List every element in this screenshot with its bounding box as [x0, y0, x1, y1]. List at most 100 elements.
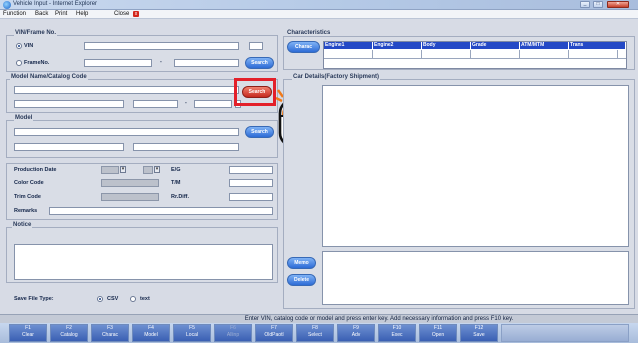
frame-label: FrameNo. — [24, 60, 50, 66]
color-code-label: Color Code — [14, 180, 44, 186]
memo-button[interactable]: Memo — [287, 257, 316, 269]
fkey-f6-label: Allinp — [226, 332, 240, 338]
fkey-f4-model[interactable]: F4 Model — [132, 324, 170, 342]
char-header-trans: Trans — [569, 42, 626, 49]
color-code-input[interactable] — [101, 179, 159, 187]
remarks-label: Remarks — [14, 208, 38, 214]
fkey-f11-open[interactable]: F11 Open — [419, 324, 457, 342]
char-header-engine1: Engine1 — [324, 42, 373, 49]
notice-textarea[interactable] — [14, 244, 273, 280]
production-year-select[interactable] — [101, 166, 119, 174]
fkey-f1-label: Clear — [22, 332, 34, 338]
menu-bar: Function Back Print Help Close x — [0, 10, 638, 19]
eg-input[interactable] — [229, 166, 273, 174]
characteristics-row[interactable] — [324, 50, 626, 59]
status-message: Enter VIN, catalog code or model and pre… — [0, 314, 638, 323]
fkey-f10-label: Exec — [391, 332, 403, 338]
model-name-input[interactable] — [14, 86, 239, 94]
char-header-atm-mtm: ATM/MTM — [520, 42, 569, 49]
model-search-button[interactable]: Search — [245, 126, 274, 138]
frame-number-input[interactable] — [174, 59, 239, 67]
fkey-f6-allinp: F6 Allinp — [214, 324, 252, 342]
characteristics-legend: Characteristics — [286, 30, 332, 36]
fkey-f5-label: Local — [186, 332, 198, 338]
remarks-input[interactable] — [49, 207, 273, 215]
save-file-type-label: Save File Type: — [14, 296, 54, 302]
fkey-f11-label: Open — [431, 332, 445, 338]
month-dropdown-icon[interactable]: ▾ — [154, 166, 160, 173]
memo-area[interactable] — [322, 251, 629, 305]
fkey-f10-exec[interactable]: F10 Exec — [378, 324, 416, 342]
fkey-f3-key: F3 — [107, 325, 113, 331]
vin-frame-legend: VIN/Frame No. — [14, 30, 58, 36]
internet-explorer-icon — [3, 1, 11, 9]
model-sub-input-1[interactable] — [14, 143, 124, 151]
save-text-label: text — [140, 296, 150, 302]
save-csv-label: CSV — [107, 296, 119, 302]
model-sub-input-2[interactable] — [133, 143, 239, 151]
fkey-f9-key: F9 — [353, 325, 359, 331]
fkey-f2-catalog[interactable]: F2 Catalog — [50, 324, 88, 342]
menu-close[interactable]: Close — [114, 11, 129, 17]
search-highlight-box — [234, 78, 276, 106]
frame-prefix-input[interactable] — [84, 59, 152, 67]
fkey-f5-local[interactable]: F5 Local — [173, 324, 211, 342]
frame-radio[interactable] — [16, 60, 22, 66]
catalog-code-input-3[interactable] — [194, 100, 232, 108]
save-text-radio[interactable] — [130, 296, 136, 302]
fkey-f10-key: F10 — [392, 325, 402, 331]
vin-search-button[interactable]: Search — [245, 57, 274, 69]
catalog-code-input-2[interactable] — [133, 100, 178, 108]
fkey-f3-charac[interactable]: F3 Charac — [91, 324, 129, 342]
menu-function[interactable]: Function — [3, 11, 26, 17]
trim-code-label: Trim Code — [14, 194, 41, 200]
trim-code-input[interactable] — [101, 193, 159, 201]
fkey-f2-key: F2 — [66, 325, 72, 331]
model-name-legend: Model Name/Catalog Code — [10, 74, 88, 80]
vin-radio[interactable] — [16, 43, 22, 49]
window-close-button[interactable]: ✕ — [607, 1, 629, 8]
save-csv-radio[interactable] — [97, 296, 103, 302]
fkey-f2-label: Catalog — [60, 332, 78, 338]
fkey-f11-key: F11 — [433, 325, 443, 331]
catalog-code-input-1[interactable] — [14, 100, 124, 108]
fkey-f3-label: Charac — [101, 332, 119, 338]
title-bar: Vehicle Input - Internet Explorer _ □ ✕ — [0, 0, 638, 10]
menu-help[interactable]: Help — [76, 11, 88, 17]
fkey-f12-save[interactable]: F12 Save — [460, 324, 498, 342]
fkey-f5-key: F5 — [189, 325, 195, 331]
fkey-f1-clear[interactable]: F1 Clear — [9, 324, 47, 342]
tm-input[interactable] — [229, 179, 273, 187]
car-details-list[interactable] — [322, 85, 629, 247]
fkey-f8-select[interactable]: F8 Select — [296, 324, 334, 342]
charac-button[interactable]: Charac — [287, 41, 320, 53]
minimize-button[interactable]: _ — [580, 1, 590, 8]
maximize-button[interactable]: □ — [593, 1, 603, 8]
tm-label: T/M — [171, 180, 181, 186]
delete-button[interactable]: Delete — [287, 274, 316, 286]
char-header-body: Body — [422, 42, 471, 49]
fkey-f7-label: OldPaotl — [264, 332, 284, 338]
production-month-select[interactable] — [143, 166, 153, 174]
vin-input[interactable] — [84, 42, 239, 50]
char-header-grade: Grade — [471, 42, 520, 49]
fkey-f9-adv[interactable]: F9 Adv — [337, 324, 375, 342]
close-x-icon[interactable]: x — [133, 11, 139, 17]
model-input[interactable] — [14, 128, 239, 136]
fkey-f8-label: Select — [308, 332, 322, 338]
menu-print[interactable]: Print — [55, 11, 67, 17]
vin-check-digit[interactable] — [249, 42, 263, 50]
year-dropdown-icon[interactable]: ▾ — [120, 166, 126, 173]
production-date-label: Production Date — [14, 167, 57, 173]
menu-back[interactable]: Back — [35, 11, 48, 17]
window-title: Vehicle Input - Internet Explorer — [13, 1, 98, 7]
fkey-f8-key: F8 — [312, 325, 318, 331]
fkey-f7-oldpaotl[interactable]: F7 OldPaotl — [255, 324, 293, 342]
fkey-f6-key: F6 — [230, 325, 236, 331]
eg-label: E/G — [171, 167, 181, 173]
frame-dash: - — [160, 59, 162, 65]
rr-diff-input[interactable] — [229, 193, 273, 201]
fkey-f9-label: Adv — [351, 332, 361, 338]
fkey-f12-label: Save — [473, 332, 485, 338]
function-key-bar: F1 Clear F2 Catalog F3 Charac F4 Model F5 Loc… — [0, 323, 638, 343]
